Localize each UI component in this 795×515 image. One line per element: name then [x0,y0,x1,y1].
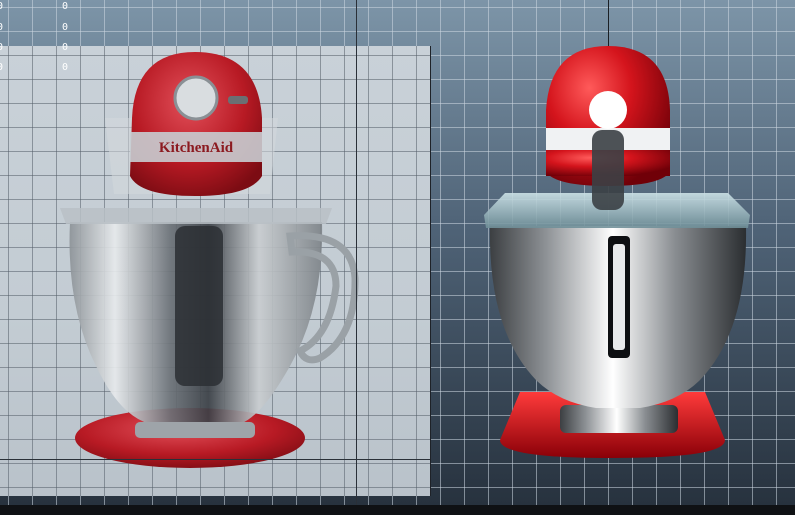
hud-row: 0 0 [0,1,72,15]
hud-value: 0 [62,22,69,33]
hud-row: 0 0 [0,42,72,56]
model-handle-highlight [613,244,625,350]
3d-viewport[interactable]: KitchenAid 0 0 0 0 0 0 0 0 [0,0,795,505]
hud-value: 0 [62,1,69,12]
model-bowl-foot [560,405,678,433]
hud-row: 0 0 [0,62,72,76]
hud-value: 0 [62,42,69,53]
hud-label: 0 [0,42,4,53]
hud-label: 0 [0,1,4,12]
mixer-3d-model[interactable] [0,0,795,505]
model-beater-stem [592,130,624,210]
hud-row: 0 0 [0,22,72,36]
hud-readout: 0 0 0 0 0 0 0 0 [0,0,80,80]
hud-value: 0 [62,62,69,73]
hud-label: 0 [0,22,4,33]
model-attachment-hub [589,91,627,129]
hud-label: 0 [0,62,4,73]
viewport-bottom-bar [0,505,795,515]
